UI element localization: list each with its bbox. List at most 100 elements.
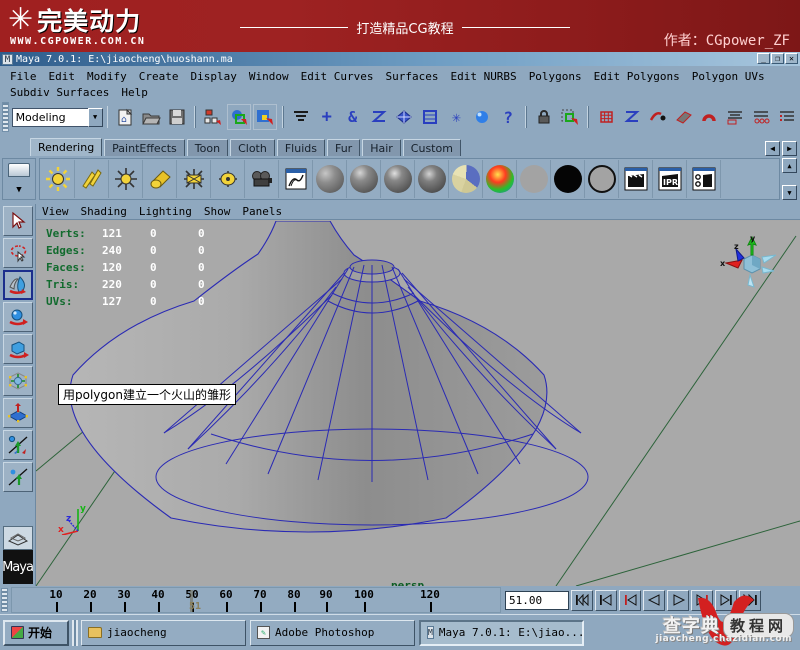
ipr-render-icon[interactable]: IPR <box>653 160 687 198</box>
viewport-menu-show[interactable]: Show <box>198 205 237 218</box>
camera-icon[interactable] <box>245 160 279 198</box>
select-dynamic-icon[interactable]: ✳ <box>444 104 469 130</box>
open-scene-icon[interactable] <box>139 104 164 130</box>
shelf-tab-hair[interactable]: Hair <box>362 139 401 156</box>
snap-to-grid-icon[interactable] <box>593 104 618 130</box>
show-attribute-editor-icon[interactable] <box>723 104 748 130</box>
arrow-up-icon[interactable]: ▲ <box>782 158 797 173</box>
select-surface-icon[interactable] <box>392 104 417 130</box>
soft-modification-tool[interactable] <box>2 430 33 460</box>
viewport-menu-shading[interactable]: Shading <box>75 205 133 218</box>
lambert-material-icon[interactable] <box>313 160 347 198</box>
menu-set-value[interactable]: Modeling <box>11 107 88 127</box>
close-button[interactable]: ✕ <box>785 53 798 64</box>
render-view-icon[interactable] <box>279 160 313 198</box>
selection-mask-hierarchy-icon[interactable] <box>201 104 226 130</box>
layered-shader-icon[interactable] <box>449 160 483 198</box>
taskbar-item-maya[interactable]: M Maya 7.0.1: E:\jiao... <box>419 619 584 646</box>
select-curve-icon[interactable] <box>366 104 391 130</box>
shelf-tab-fluids[interactable]: Fluids <box>276 139 325 156</box>
select-handle-icon[interactable]: + <box>314 104 339 130</box>
select-joint-icon[interactable]: & <box>340 104 365 130</box>
phong-material-icon[interactable] <box>381 160 415 198</box>
menu-window[interactable]: Window <box>243 70 295 83</box>
viewport-canvas[interactable]: Verts: 121 0 0 Edges: 240 0 0 Faces: 120… <box>36 221 800 586</box>
shelf-tab-toon[interactable]: Toon <box>186 139 229 156</box>
shelf-tab-painteffects[interactable]: PaintEffects <box>104 139 185 156</box>
menu-file[interactable]: File <box>4 70 43 83</box>
volume-light-icon[interactable] <box>211 160 245 198</box>
move-tool[interactable] <box>2 302 33 332</box>
highlight-selection-icon[interactable] <box>557 104 582 130</box>
shelf-scrollbar[interactable]: ▲ ▼ <box>782 158 798 200</box>
show-tool-settings-icon[interactable] <box>749 104 774 130</box>
viewport-menu-lighting[interactable]: Lighting <box>133 205 198 218</box>
menu-edit-polygons[interactable]: Edit Polygons <box>588 70 686 83</box>
single-perspective-layout-icon[interactable] <box>2 526 33 550</box>
show-channel-box-icon[interactable] <box>775 104 800 130</box>
shelf-options-box[interactable]: ▼ <box>2 158 36 200</box>
menu-edit-curves[interactable]: Edit Curves <box>295 70 380 83</box>
timeslider-gripper[interactable] <box>1 588 8 612</box>
snap-to-curve-icon[interactable] <box>619 104 644 130</box>
paint-selection-tool[interactable] <box>2 270 33 300</box>
selection-mask-component-icon[interactable] <box>252 104 277 130</box>
menu-create[interactable]: Create <box>133 70 185 83</box>
render-current-frame-icon[interactable] <box>619 160 653 198</box>
arrow-down-icon[interactable]: ▼ <box>782 185 797 200</box>
ramp-shader-icon[interactable] <box>483 160 517 198</box>
menu-set-selector[interactable]: Modeling ▼ <box>11 107 103 127</box>
point-light-icon[interactable] <box>109 160 143 198</box>
select-by-type-icon[interactable] <box>288 104 313 130</box>
blinn-material-icon[interactable] <box>347 160 381 198</box>
rotate-tool[interactable] <box>2 334 33 364</box>
start-button[interactable]: 开始 <box>3 619 69 646</box>
select-tool[interactable] <box>2 206 33 236</box>
menu-edit-nurbs[interactable]: Edit NURBS <box>444 70 522 83</box>
shelf-tab-custom[interactable]: Custom <box>402 139 461 156</box>
area-light-icon[interactable] <box>177 160 211 198</box>
snap-to-magnet-icon[interactable] <box>697 104 722 130</box>
menu-edit[interactable]: Edit <box>43 70 82 83</box>
shelf-tab-rendering[interactable]: Rendering <box>30 138 103 156</box>
chevron-down-icon[interactable]: ▼ <box>87 107 103 127</box>
menu-surfaces[interactable]: Surfaces <box>379 70 444 83</box>
shelf-tab-cloth[interactable]: Cloth <box>230 139 275 156</box>
menu-help[interactable]: Help <box>115 86 154 99</box>
universal-manipulator[interactable] <box>2 398 33 428</box>
arrow-left-icon[interactable]: ◀ <box>765 141 780 156</box>
taskbar-item-photoshop[interactable]: ✎ Adobe Photoshop <box>250 619 415 646</box>
minimize-button[interactable]: _ <box>757 53 770 64</box>
select-render-icon[interactable] <box>470 104 495 130</box>
spot-light-icon[interactable] <box>143 160 177 198</box>
viewport-menu-panels[interactable]: Panels <box>236 205 288 218</box>
current-time-field[interactable]: 51.00 <box>505 590 569 610</box>
menu-modify[interactable]: Modify <box>81 70 133 83</box>
render-globals-icon[interactable] <box>687 160 721 198</box>
selection-mask-object-icon[interactable] <box>227 104 251 130</box>
menu-polygon-uvs[interactable]: Polygon UVs <box>686 70 771 83</box>
surface-shader-icon[interactable] <box>517 160 551 198</box>
lock-selection-icon[interactable] <box>532 104 556 130</box>
directional-light-icon[interactable] <box>75 160 109 198</box>
shelf-tab-fur[interactable]: Fur <box>326 139 361 156</box>
menu-subdiv-surfaces[interactable]: Subdiv Surfaces <box>4 86 115 99</box>
go-to-start-button[interactable] <box>571 589 593 611</box>
menu-display[interactable]: Display <box>185 70 243 83</box>
time-slider[interactable]: 10 20 30 40 50 60 70 80 90 100 120 51 <box>11 587 501 613</box>
lasso-select-tool[interactable] <box>2 238 33 268</box>
shading-map-icon[interactable] <box>585 160 619 198</box>
arrow-right-icon[interactable]: ▶ <box>782 141 797 156</box>
restore-button[interactable]: ❐ <box>771 53 784 64</box>
chevron-down-icon[interactable]: ▼ <box>16 185 21 195</box>
statusline-gripper[interactable] <box>2 102 9 132</box>
save-scene-icon[interactable] <box>165 104 190 130</box>
use-background-icon[interactable] <box>551 160 585 198</box>
phonge-material-icon[interactable] <box>415 160 449 198</box>
taskbar-item-jiaocheng[interactable]: jiaocheng <box>81 619 246 646</box>
last-tool-used[interactable] <box>2 462 33 492</box>
ambient-light-icon[interactable] <box>41 160 75 198</box>
viewport-menu-view[interactable]: View <box>36 205 75 218</box>
new-scene-icon[interactable]: ⌂ <box>113 104 138 130</box>
select-misc-icon[interactable]: ? <box>496 104 521 130</box>
